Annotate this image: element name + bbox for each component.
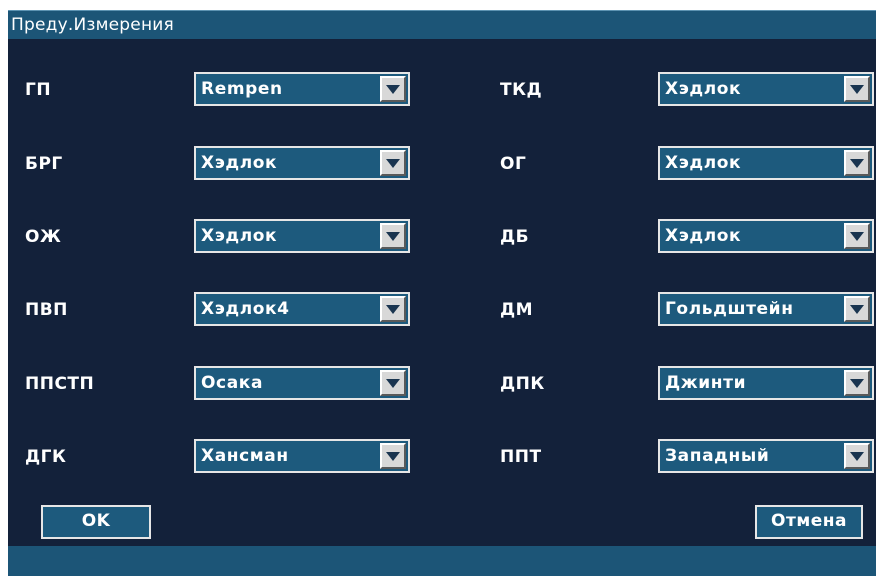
select-value: Осака	[201, 373, 264, 393]
select-dgk[interactable]: Хансман	[194, 439, 410, 473]
chevron-down-icon[interactable]	[844, 443, 870, 469]
field-label-pvp: ПВП	[25, 300, 68, 320]
select-gp[interactable]: Rempen	[194, 72, 410, 106]
chevron-down-icon[interactable]	[844, 76, 870, 102]
select-value: Джинти	[665, 373, 747, 393]
select-value: Хэдлок	[201, 226, 278, 246]
chevron-down-icon[interactable]	[380, 223, 406, 249]
ok-button[interactable]: OK	[41, 505, 151, 539]
chevron-down-icon[interactable]	[844, 370, 870, 396]
select-tkd[interactable]: Хэдлок	[658, 72, 874, 106]
field-label-ppt: ППТ	[500, 447, 542, 467]
chevron-down-icon[interactable]	[380, 76, 406, 102]
field-label-dpk: ДПК	[500, 374, 545, 394]
select-value: Хэдлок	[665, 153, 742, 173]
select-ozh[interactable]: Хэдлок	[194, 219, 410, 253]
chevron-down-icon[interactable]	[380, 296, 406, 322]
title-bar: Преду.Измерения	[8, 10, 876, 39]
field-label-ppstp: ППСТП	[25, 374, 95, 394]
chevron-down-icon[interactable]	[380, 443, 406, 469]
field-label-ozh: ОЖ	[25, 227, 62, 247]
select-value: Rempen	[201, 79, 283, 99]
chevron-down-icon[interactable]	[380, 370, 406, 396]
field-label-brg: БРГ	[25, 154, 63, 174]
chevron-down-icon[interactable]	[844, 150, 870, 176]
select-value: Западный	[665, 446, 770, 466]
select-value: Гольдштейн	[665, 299, 794, 319]
chevron-down-icon[interactable]	[844, 296, 870, 322]
select-value: Хэдлок	[201, 153, 278, 173]
field-label-tkd: ТКД	[500, 80, 543, 100]
cancel-button[interactable]: Отмена	[755, 505, 863, 539]
select-brg[interactable]: Хэдлок	[194, 146, 410, 180]
field-label-gp: ГП	[25, 80, 52, 100]
select-value: Хэдлок	[665, 226, 742, 246]
select-og[interactable]: Хэдлок	[658, 146, 874, 180]
select-dm[interactable]: Гольдштейн	[658, 292, 874, 326]
status-bar	[8, 546, 876, 576]
dialog-title: Преду.Измерения	[11, 15, 174, 35]
select-value: Хэдлок	[665, 79, 742, 99]
select-ppstp[interactable]: Осака	[194, 366, 410, 400]
field-label-og: ОГ	[500, 154, 527, 174]
chevron-down-icon[interactable]	[380, 150, 406, 176]
select-db[interactable]: Хэдлок	[658, 219, 874, 253]
select-ppt[interactable]: Западный	[658, 439, 874, 473]
field-label-dgk: ДГК	[25, 447, 67, 467]
field-label-dm: ДМ	[500, 300, 534, 320]
field-label-db: ДБ	[500, 227, 530, 247]
select-value: Хэдлок4	[201, 299, 290, 319]
preset-measurements-dialog: Преду.Измерения ГП Rempen БРГ Хэдлок ОЖ …	[8, 10, 876, 576]
select-dpk[interactable]: Джинти	[658, 366, 874, 400]
select-pvp[interactable]: Хэдлок4	[194, 292, 410, 326]
select-value: Хансман	[201, 446, 289, 466]
chevron-down-icon[interactable]	[844, 223, 870, 249]
